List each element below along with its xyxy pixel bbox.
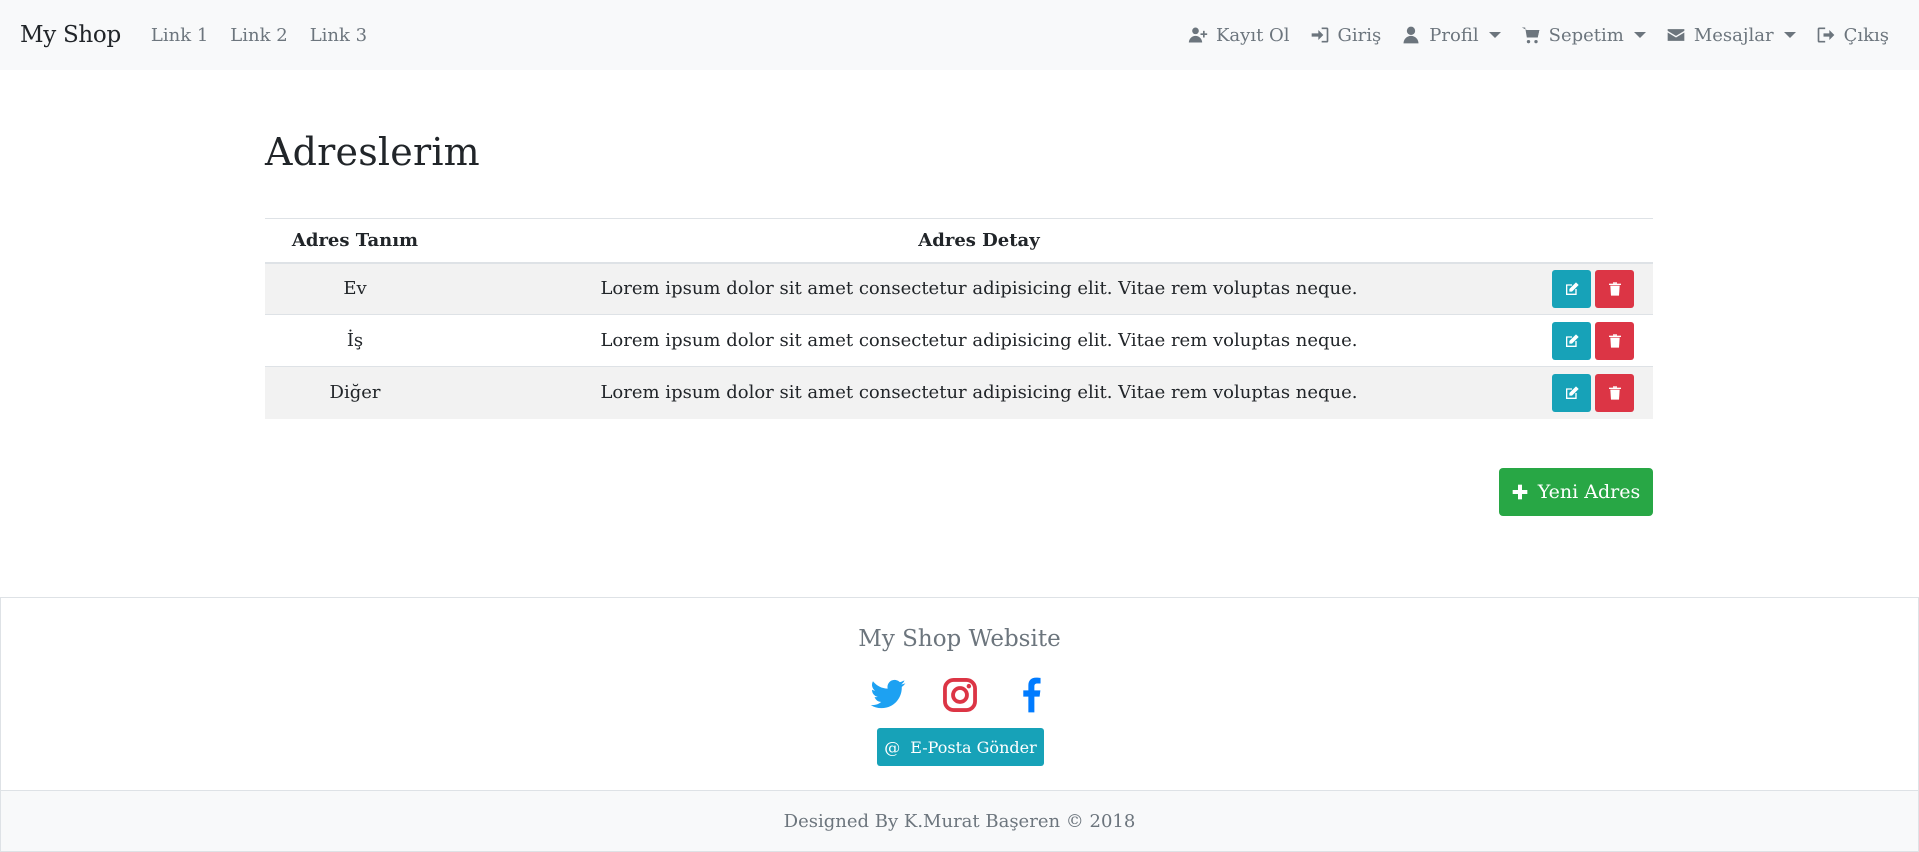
- actions-cell: [1513, 262, 1653, 315]
- delete-button[interactable]: [1595, 373, 1634, 412]
- facebook-icon[interactable]: [1013, 676, 1051, 714]
- send-email-label: E-Posta Gönder: [910, 737, 1037, 757]
- address-name-cell: Diğer: [265, 366, 445, 419]
- footer: My Shop Website @ E-Posta Gönder Designe…: [0, 597, 1919, 852]
- edit-icon: [1565, 282, 1579, 295]
- trash-icon: [1608, 386, 1621, 400]
- edit-button[interactable]: [1552, 269, 1591, 308]
- logout-label: Çıkış: [1843, 24, 1889, 46]
- instagram-icon[interactable]: [941, 676, 979, 714]
- user-icon: [1403, 26, 1419, 44]
- profile-label: Profil: [1429, 24, 1479, 46]
- header-address-detail: Adres Detay: [918, 229, 1040, 251]
- nav-right: Kayıt Ol Giriş Profil Sepetim Mesajlar Ç…: [1188, 25, 1899, 46]
- nav-link-3[interactable]: Link 3: [310, 25, 367, 46]
- cart-label: Sepetim: [1548, 24, 1624, 46]
- login-label: Giriş: [1337, 24, 1382, 46]
- actions-cell: [1513, 314, 1653, 367]
- table-header-row: Adres Tanım Adres Detay: [265, 218, 1653, 263]
- chevron-down-icon: [1783, 32, 1796, 38]
- send-email-button[interactable]: @ E-Posta Gönder: [877, 728, 1044, 766]
- address-detail-cell: Lorem ipsum dolor sit amet consectetur a…: [445, 262, 1513, 315]
- copyright-text: Designed By K.Murat Başeren © 2018: [783, 810, 1136, 832]
- login-link[interactable]: Giriş: [1310, 24, 1382, 46]
- nav-link-2[interactable]: Link 2: [230, 25, 287, 46]
- envelope-icon: [1667, 29, 1685, 41]
- footer-title: My Shop Website: [858, 626, 1061, 652]
- table-row: Ev Lorem ipsum dolor sit amet consectetu…: [265, 262, 1653, 315]
- messages-label: Mesajlar: [1693, 24, 1774, 46]
- address-table: Adres Tanım Adres Detay Ev Lorem ipsum d…: [265, 218, 1653, 419]
- twitter-icon[interactable]: [869, 676, 907, 714]
- address-detail-cell: Lorem ipsum dolor sit amet consectetur a…: [445, 366, 1513, 419]
- edit-icon: [1565, 386, 1579, 399]
- at-icon: @: [884, 737, 901, 757]
- sign-out-icon: [1817, 27, 1834, 43]
- nav-link-1[interactable]: Link 1: [151, 25, 208, 46]
- profile-dropdown[interactable]: Profil: [1401, 24, 1501, 46]
- actions-cell: [1513, 366, 1653, 419]
- new-address-button[interactable]: Yeni Adres: [1499, 468, 1653, 516]
- nav-links: Link 1 Link 2 Link 3: [151, 25, 367, 46]
- edit-button[interactable]: [1552, 321, 1591, 360]
- cart-dropdown[interactable]: Sepetim: [1521, 25, 1646, 46]
- header-address-name: Adres Tanım: [291, 229, 419, 251]
- new-address-label: Yeni Adres: [1537, 481, 1641, 503]
- delete-button[interactable]: [1595, 269, 1634, 308]
- table-row: Diğer Lorem ipsum dolor sit amet consect…: [265, 366, 1653, 419]
- address-name-cell: İş: [265, 314, 445, 367]
- trash-icon: [1608, 282, 1621, 296]
- shopping-cart-icon: [1521, 27, 1539, 44]
- sign-in-icon: [1311, 27, 1328, 43]
- register-link[interactable]: Kayıt Ol: [1188, 25, 1290, 46]
- user-plus-icon: [1188, 27, 1208, 43]
- edit-icon: [1565, 333, 1579, 347]
- register-label: Kayıt Ol: [1215, 24, 1290, 46]
- chevron-down-icon: [1488, 32, 1501, 38]
- chevron-down-icon: [1633, 32, 1646, 38]
- plus-icon: [1512, 484, 1528, 500]
- brand-logo[interactable]: My Shop: [20, 22, 121, 48]
- trash-icon: [1608, 333, 1621, 348]
- address-detail-cell: Lorem ipsum dolor sit amet consectetur a…: [445, 314, 1513, 367]
- logout-link[interactable]: Çıkış: [1816, 25, 1889, 46]
- navbar: My Shop Link 1 Link 2 Link 3 Kayıt Ol Gi…: [0, 0, 1919, 70]
- copyright-bar: Designed By K.Murat Başeren © 2018: [1, 790, 1918, 851]
- table-row: İş Lorem ipsum dolor sit amet consectetu…: [265, 314, 1653, 367]
- edit-button[interactable]: [1552, 373, 1591, 412]
- address-name-cell: Ev: [265, 262, 445, 315]
- delete-button[interactable]: [1595, 321, 1634, 360]
- social-links: [1, 676, 1918, 714]
- messages-dropdown[interactable]: Mesajlar: [1666, 25, 1796, 46]
- page-title: Adreslerim: [265, 130, 480, 174]
- header-actions: [1513, 219, 1653, 263]
